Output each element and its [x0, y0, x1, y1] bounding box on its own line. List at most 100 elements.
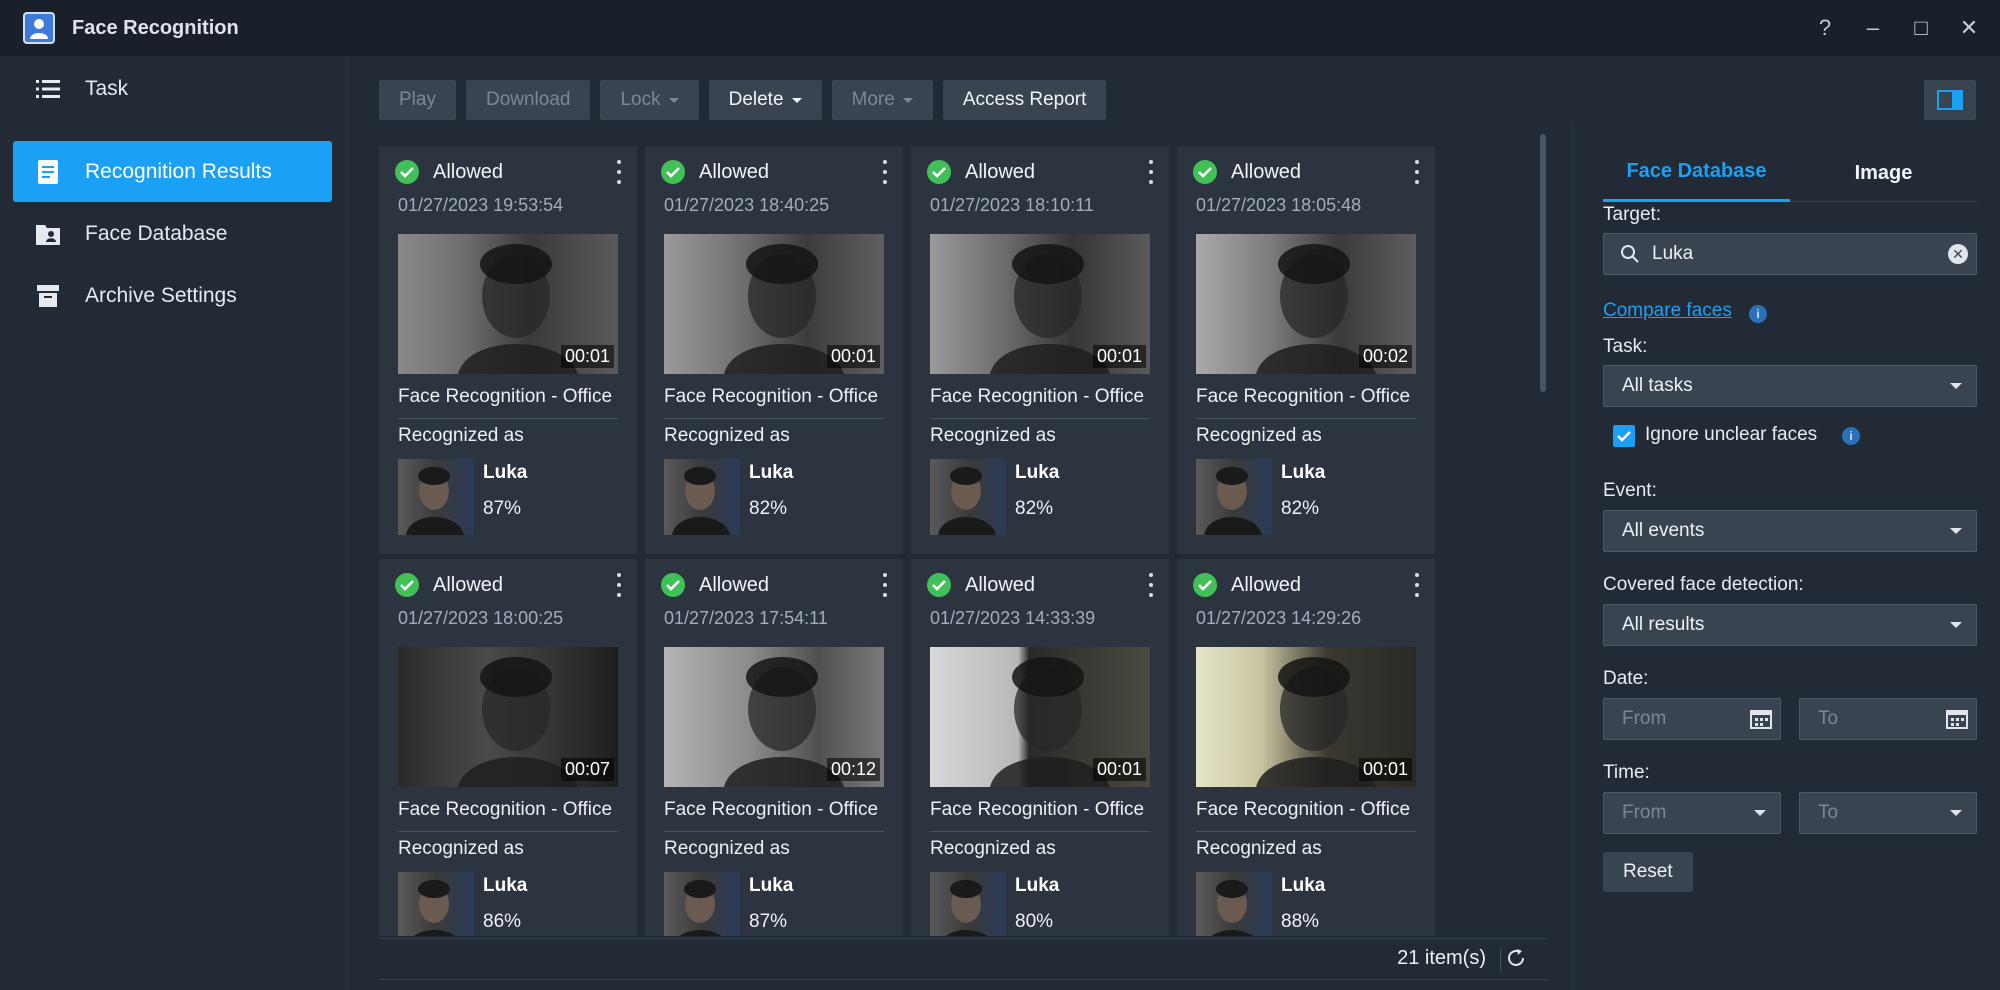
chevron-down-icon: [1950, 810, 1962, 816]
archive-box-icon: [35, 283, 61, 309]
face-recognition-app-icon: [23, 12, 55, 44]
info-icon[interactable]: i: [1842, 427, 1860, 445]
covered-face-select[interactable]: All results: [1603, 604, 1977, 646]
more-options-icon[interactable]: [1147, 573, 1155, 597]
sidebar-item-face-database[interactable]: Face Database: [13, 203, 332, 264]
snapshot-thumbnail[interactable]: 00:01: [1196, 647, 1416, 787]
sidebar-item-label: Archive Settings: [85, 283, 237, 307]
time-to-select[interactable]: To: [1799, 792, 1977, 834]
ignore-unclear-label: Ignore unclear faces: [1645, 424, 1818, 445]
more-options-icon[interactable]: [615, 160, 623, 184]
lock-button[interactable]: Lock: [600, 80, 699, 120]
minimize-icon[interactable]: –: [1862, 17, 1884, 39]
face-database-thumbnail: [398, 872, 474, 936]
snapshot-thumbnail[interactable]: 00:07: [398, 647, 618, 787]
sidebar-item-task[interactable]: Task: [13, 58, 332, 119]
time-label: Time:: [1603, 762, 1650, 783]
result-card[interactable]: Allowed 01/27/2023 18:40:25 00:01 Face R…: [645, 146, 903, 554]
time-to-placeholder: To: [1818, 802, 1839, 823]
face-database-thumbnail: [664, 872, 740, 936]
timestamp: 01/27/2023 18:40:25: [664, 195, 830, 215]
snapshot-thumbnail[interactable]: 00:01: [664, 234, 884, 374]
snapshot-thumbnail[interactable]: 00:01: [930, 647, 1150, 787]
date-to-input[interactable]: To: [1799, 698, 1977, 740]
clip-duration: 00:07: [560, 758, 614, 781]
sidebar-item-archive-settings[interactable]: Archive Settings: [13, 265, 332, 326]
search-icon: [1621, 245, 1639, 263]
timestamp: 01/27/2023 18:00:25: [398, 608, 564, 628]
more-options-icon[interactable]: [881, 573, 889, 597]
sidebar-item-recognition-results[interactable]: Recognition Results: [13, 141, 332, 202]
maximize-icon[interactable]: □: [1910, 17, 1932, 39]
allowed-check-icon: [661, 160, 685, 184]
person-name: Luka: [1281, 875, 1326, 896]
chevron-down-icon: [1950, 528, 1962, 534]
calendar-icon[interactable]: [1946, 709, 1968, 729]
status-label: Allowed: [1231, 160, 1302, 183]
snapshot-thumbnail[interactable]: 00:01: [930, 234, 1150, 374]
recognized-as-label: Recognized as: [1196, 425, 1322, 446]
result-card[interactable]: Allowed 01/27/2023 18:00:25 00:07 Face R…: [379, 559, 637, 936]
timestamp: 01/27/2023 14:33:39: [930, 608, 1096, 628]
tab-face-database[interactable]: Face Database: [1603, 144, 1790, 202]
compare-faces-link[interactable]: Compare faces: [1603, 300, 1732, 322]
more-button[interactable]: More: [831, 80, 933, 120]
panel-toggle-button[interactable]: [1924, 80, 1976, 120]
access-report-button[interactable]: Access Report: [942, 80, 1107, 120]
status-label: Allowed: [433, 573, 504, 596]
title-bar: Face Recognition ? – □ ✕: [0, 0, 2000, 56]
task-select[interactable]: All tasks: [1603, 365, 1977, 407]
close-icon[interactable]: ✕: [1958, 17, 1980, 39]
target-search-input[interactable]: Luka ✕: [1603, 233, 1977, 275]
match-score: 87%: [483, 498, 522, 519]
task-value: All tasks: [1622, 375, 1693, 396]
result-card[interactable]: Allowed 01/27/2023 18:10:11 00:01 Face R…: [911, 146, 1169, 554]
clip-duration: 00:02: [1358, 345, 1412, 368]
allowed-check-icon: [1193, 160, 1217, 184]
reset-button[interactable]: Reset: [1603, 852, 1693, 892]
result-card[interactable]: Allowed 01/27/2023 14:29:26 00:01 Face R…: [1177, 559, 1435, 936]
more-options-icon[interactable]: [615, 573, 623, 597]
tab-image[interactable]: Image: [1790, 144, 1977, 202]
more-options-icon[interactable]: [1147, 160, 1155, 184]
face-database-thumbnail: [930, 872, 1006, 936]
footer-divider: [1500, 949, 1501, 971]
person-name: Luka: [1281, 462, 1326, 483]
result-card[interactable]: Allowed 01/27/2023 18:05:48 00:02 Face R…: [1177, 146, 1435, 554]
date-from-input[interactable]: From: [1603, 698, 1781, 740]
time-from-select[interactable]: From: [1603, 792, 1781, 834]
delete-button[interactable]: Delete: [708, 80, 822, 120]
calendar-icon[interactable]: [1750, 709, 1772, 729]
ignore-unclear-checkbox[interactable]: [1613, 425, 1635, 447]
match-score: 88%: [1281, 911, 1320, 932]
snapshot-thumbnail[interactable]: 00:02: [1196, 234, 1416, 374]
more-options-icon[interactable]: [1413, 573, 1421, 597]
status-label: Allowed: [433, 160, 504, 183]
grid-scrollbar[interactable]: [1540, 134, 1546, 392]
grid-footer: 21 item(s): [379, 938, 1547, 980]
refresh-icon[interactable]: [1505, 947, 1529, 971]
clear-icon[interactable]: ✕: [1948, 244, 1968, 264]
result-card[interactable]: Allowed 01/27/2023 14:33:39 00:01 Face R…: [911, 559, 1169, 936]
more-options-icon[interactable]: [1413, 160, 1421, 184]
task-name: Face Recognition - Office: [664, 386, 884, 419]
face-database-thumbnail: [398, 459, 474, 535]
filter-panel: Face Database Image Target: Luka ✕ Compa…: [1572, 122, 2000, 990]
result-card[interactable]: Allowed 01/27/2023 19:53:54 00:01 Face R…: [379, 146, 637, 554]
info-icon[interactable]: i: [1749, 305, 1767, 323]
result-card[interactable]: Allowed 01/27/2023 17:54:11 00:12 Face R…: [645, 559, 903, 936]
help-icon[interactable]: ?: [1814, 17, 1836, 39]
snapshot-thumbnail[interactable]: 00:12: [664, 647, 884, 787]
clip-duration: 00:01: [560, 345, 614, 368]
play-button[interactable]: Play: [379, 80, 456, 120]
side-panel-icon: [1937, 90, 1963, 110]
event-select[interactable]: All events: [1603, 510, 1977, 552]
filter-tabs: Face Database Image: [1603, 144, 1977, 202]
clip-duration: 00:01: [1358, 758, 1412, 781]
sidebar-item-label: Recognition Results: [85, 159, 272, 183]
status-label: Allowed: [699, 573, 770, 596]
download-button[interactable]: Download: [465, 80, 591, 120]
snapshot-thumbnail[interactable]: 00:01: [398, 234, 618, 374]
event-value: All events: [1622, 520, 1705, 541]
more-options-icon[interactable]: [881, 160, 889, 184]
